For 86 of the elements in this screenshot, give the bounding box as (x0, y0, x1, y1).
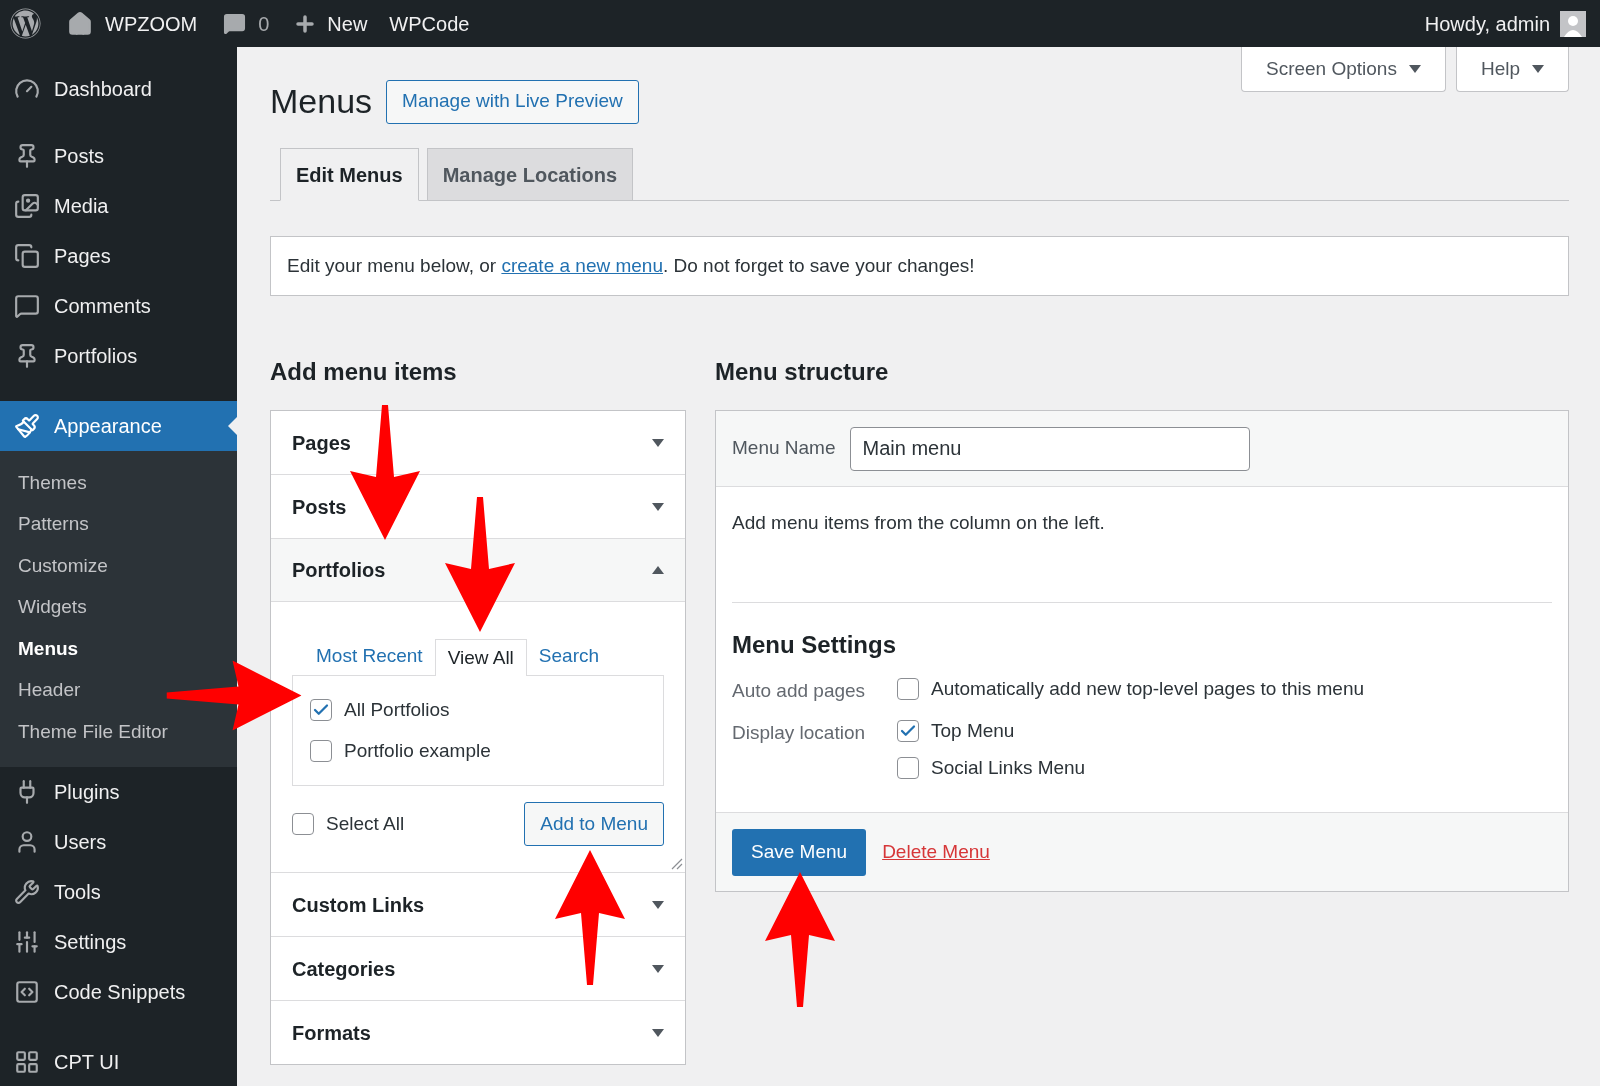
menu-name-field[interactable]: Main menu (849, 426, 1250, 471)
section-heading: Add menu items (270, 357, 458, 387)
submenu-item[interactable]: Customize (18, 545, 108, 587)
new-link[interactable]: New (327, 8, 368, 39)
notice-text: Edit your menu below, or create a new menu. Do not forget to save your changes! (270, 236, 1569, 296)
setting-label: Auto add pages (732, 678, 867, 703)
comment-count[interactable]: 0 (258, 8, 270, 39)
caret-down-icon (652, 502, 664, 511)
sidebar-item[interactable]: Code Snippets (0, 966, 237, 1017)
instructions-text: Add menu items from the column on the left. (732, 487, 1552, 603)
panel-tab[interactable]: View All (434, 639, 527, 676)
accordion-header[interactable]: Custom Links (271, 873, 685, 936)
page-title: Menus (270, 81, 373, 122)
checkbox[interactable] (897, 720, 919, 743)
nav-tab[interactable]: Edit Menus (280, 148, 419, 201)
caret-down-icon (652, 964, 664, 973)
home-icon[interactable] (67, 10, 93, 37)
sidebar-item[interactable]: Plugins (0, 766, 237, 817)
caret-up-icon (652, 566, 664, 574)
checkbox[interactable] (897, 677, 919, 700)
comment-icon (14, 293, 40, 319)
nav-tab[interactable]: Manage Locations (426, 148, 634, 201)
accordion-header[interactable]: Formats (271, 1001, 685, 1064)
comment-icon[interactable] (223, 12, 247, 35)
checkbox-label: All Portfolios (344, 698, 450, 722)
sidebar-item[interactable]: Pages (0, 231, 237, 281)
setting-label: Display location (732, 721, 867, 745)
account-link[interactable]: Howdy, admin (1424, 8, 1550, 39)
toolbar-link[interactable]: WPCode (389, 8, 470, 39)
checkbox-label: Automatically add new top-level pages to this menu (931, 676, 1365, 701)
delete-menu-link[interactable]: Delete Menu (882, 837, 990, 867)
screen-meta-button[interactable]: Screen Options (1240, 47, 1446, 92)
panel-tab[interactable]: Search (526, 638, 612, 675)
avatar-icon[interactable] (1560, 10, 1586, 37)
screen-meta-button[interactable]: Help (1455, 47, 1569, 92)
submenu-item[interactable]: Widgets (18, 586, 87, 628)
code-icon (14, 978, 40, 1005)
grid-icon (14, 1048, 40, 1075)
accordion-header[interactable]: Posts (271, 475, 685, 538)
sidebar-item[interactable]: Portfolios (0, 331, 237, 381)
accordion-header[interactable]: Pages (271, 411, 685, 474)
sidebar-item[interactable]: Comments (0, 281, 237, 331)
sliders-icon (14, 928, 40, 955)
submenu-item[interactable]: Themes (18, 462, 87, 504)
live-preview-button[interactable]: Manage with Live Preview (386, 79, 639, 124)
sidebar-item[interactable]: Media (0, 181, 237, 231)
submenu-item[interactable]: Menus (18, 628, 79, 670)
checkbox-label: Top Menu (931, 719, 1015, 743)
caret-down-icon (1532, 65, 1544, 73)
media-icon (14, 193, 40, 219)
checkbox-label: Select All (326, 811, 405, 836)
paintbrush-icon (14, 413, 40, 439)
checkbox[interactable] (897, 756, 919, 779)
submenu-item[interactable]: Theme File Editor (18, 711, 168, 753)
field-label: Menu Name (732, 436, 836, 461)
save-menu-button[interactable]: Save Menu (732, 828, 867, 876)
section-heading: Menu structure (715, 357, 890, 387)
caret-down-icon (652, 1028, 664, 1037)
sidebar-item[interactable]: Dashboard (0, 64, 237, 114)
create-menu-link[interactable]: create a new menu (501, 254, 663, 276)
site-name-link[interactable]: WPZOOM (105, 8, 198, 39)
pages-icon (14, 243, 40, 269)
sidebar-item[interactable]: Posts (0, 131, 237, 181)
settings-heading: Menu Settings (732, 629, 897, 660)
wrench-icon (14, 878, 40, 905)
sidebar-item[interactable]: CPT UI (0, 1036, 237, 1086)
checkbox-label: Portfolio example (344, 738, 491, 763)
sidebar-item[interactable]: Settings (0, 916, 237, 967)
submenu-item[interactable]: Patterns (18, 503, 89, 545)
checkbox[interactable] (310, 739, 332, 762)
accordion-header[interactable]: Portfolios (271, 539, 685, 602)
sidebar-item[interactable]: Appearance (0, 401, 237, 451)
caret-down-icon (1408, 65, 1421, 73)
sidebar-item[interactable]: Users (0, 816, 237, 867)
resize-handle-icon[interactable] (671, 858, 683, 870)
submenu-item[interactable]: Header (18, 669, 81, 711)
checkbox[interactable] (292, 813, 314, 835)
wordpress-logo-icon[interactable] (10, 8, 41, 39)
checkbox[interactable] (310, 699, 332, 722)
checkbox-label: Social Links Menu (931, 755, 1086, 780)
add-to-menu-button[interactable]: Add to Menu (524, 802, 664, 846)
accordion-header[interactable]: Categories (271, 937, 685, 1000)
caret-down-icon (652, 438, 664, 447)
sidebar-item[interactable]: Tools (0, 866, 237, 917)
panel-tab[interactable]: Most Recent (304, 638, 435, 675)
caret-down-icon (652, 900, 664, 909)
